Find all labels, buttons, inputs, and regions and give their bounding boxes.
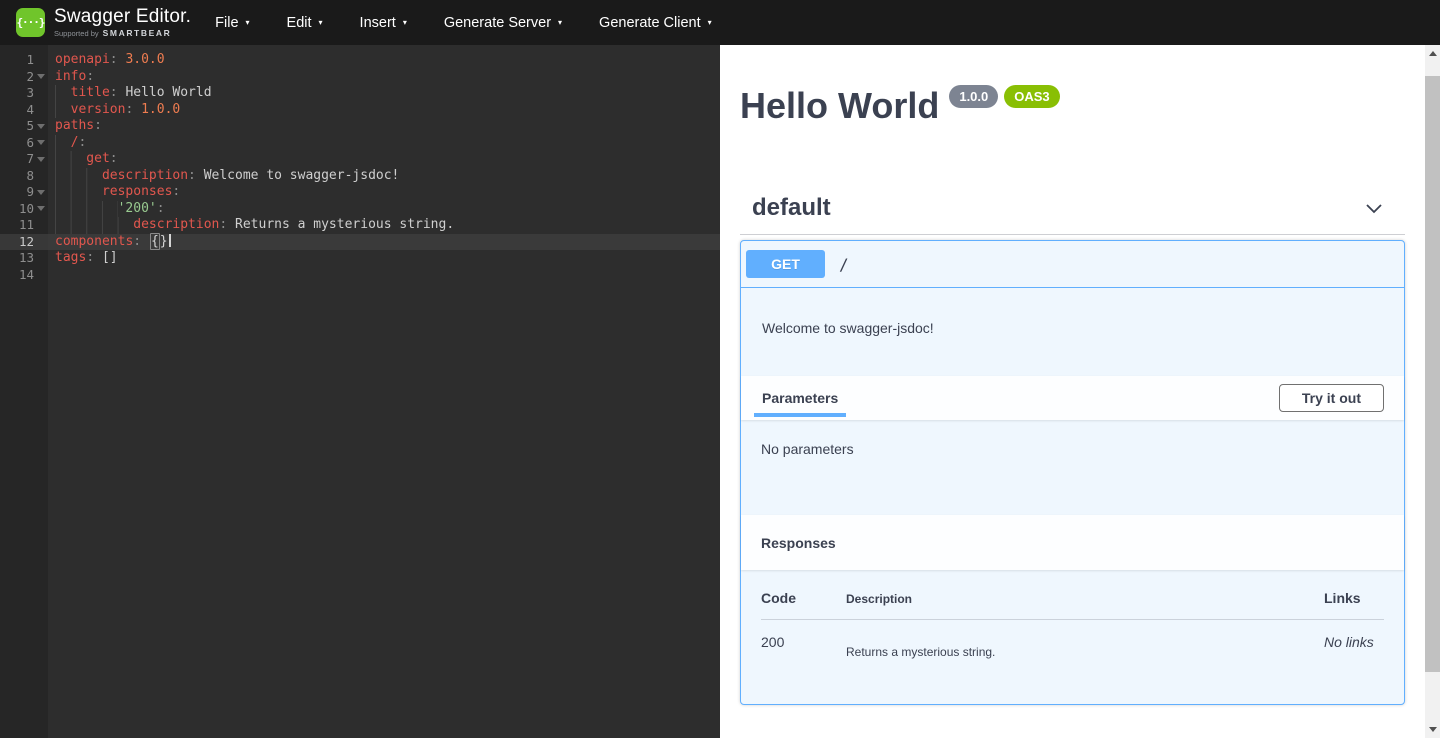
- operation-description: Welcome to swagger-jsdoc!: [741, 288, 1404, 376]
- scroll-down-button[interactable]: [1425, 721, 1440, 738]
- info-section: Hello World1.0.0OAS3: [740, 88, 1405, 124]
- menu-generate-client[interactable]: Generate Client▾: [599, 15, 712, 31]
- line-number-13[interactable]: 13: [0, 250, 48, 267]
- menu-insert[interactable]: Insert▾: [360, 15, 407, 31]
- editor-line-6[interactable]: 6/:: [0, 135, 720, 152]
- no-parameters-message: No parameters: [741, 420, 1404, 515]
- caret-down-icon: ▾: [403, 18, 407, 27]
- parameters-title: Parameters: [762, 390, 838, 406]
- supported-by-smartbear: Supported by SMARTBEAR: [54, 29, 191, 38]
- caret-down-icon: ▾: [708, 18, 712, 27]
- col-header-code: Code: [761, 590, 846, 606]
- tag-section-header[interactable]: default: [740, 194, 1405, 235]
- fold-arrow-icon[interactable]: [37, 140, 45, 145]
- response-row: 200Returns a mysterious string.No links: [761, 620, 1384, 677]
- operation-path: /: [839, 255, 849, 274]
- line-number-12[interactable]: 12: [0, 234, 48, 251]
- fold-arrow-icon[interactable]: [37, 190, 45, 195]
- swagger-editor-logo[interactable]: {···} Swagger Editor. Supported by SMART…: [16, 7, 191, 38]
- caret-down-icon: ▾: [246, 18, 250, 27]
- parameters-header: Parameters Try it out: [741, 376, 1404, 420]
- tab-parameters[interactable]: Parameters: [754, 376, 846, 420]
- response-links: No links: [1324, 634, 1384, 659]
- app-window: {···} Swagger Editor. Supported by SMART…: [0, 0, 1440, 738]
- operation-summary[interactable]: GET /: [741, 241, 1404, 288]
- line-number-5[interactable]: 5: [0, 118, 48, 135]
- split-view: 1openapi: 3.0.02info:3title: Hello World…: [0, 45, 1440, 738]
- line-number-10[interactable]: 10: [0, 201, 48, 218]
- app-title: Swagger Editor.: [54, 7, 191, 26]
- fold-arrow-icon[interactable]: [37, 157, 45, 162]
- api-title: Hello World1.0.0OAS3: [740, 88, 1405, 124]
- try-it-out-button[interactable]: Try it out: [1279, 384, 1384, 412]
- http-method-badge: GET: [746, 250, 825, 278]
- response-code: 200: [761, 634, 846, 659]
- line-number-2[interactable]: 2: [0, 69, 48, 86]
- triangle-down-icon: [1429, 727, 1437, 732]
- responses-table: CodeDescriptionLinks 200Returns a myster…: [741, 570, 1404, 704]
- chevron-down-icon: [1363, 197, 1385, 219]
- line-number-9[interactable]: 9: [0, 184, 48, 201]
- fold-arrow-icon[interactable]: [37, 124, 45, 129]
- line-number-4[interactable]: 4: [0, 102, 48, 119]
- caret-down-icon: ▾: [319, 18, 323, 27]
- response-description: Returns a mysterious string.: [846, 634, 1324, 659]
- editor-line-5[interactable]: 5paths:: [0, 118, 720, 135]
- fold-arrow-icon[interactable]: [37, 206, 45, 211]
- line-number-14[interactable]: 14: [0, 267, 48, 284]
- responses-table-header: CodeDescriptionLinks: [761, 590, 1384, 620]
- col-header-links: Links: [1324, 590, 1384, 606]
- oas3-badge: OAS3: [1004, 85, 1059, 108]
- editor-line-1[interactable]: 1openapi: 3.0.0: [0, 52, 720, 69]
- editor-line-4[interactable]: 4version: 1.0.0: [0, 102, 720, 119]
- tag-name: default: [752, 194, 831, 222]
- editor-line-11[interactable]: 11description: Returns a mysterious stri…: [0, 217, 720, 234]
- api-docs-pane: Hello World1.0.0OAS3 default GET / Welco…: [720, 45, 1440, 738]
- editor-line-14[interactable]: 14: [0, 267, 720, 284]
- triangle-up-icon: [1429, 51, 1437, 56]
- vertical-scrollbar[interactable]: [1425, 45, 1440, 738]
- line-number-6[interactable]: 6: [0, 135, 48, 152]
- line-number-1[interactable]: 1: [0, 52, 48, 69]
- yaml-code-editor[interactable]: 1openapi: 3.0.02info:3title: Hello World…: [0, 45, 720, 738]
- col-header-description: Description: [846, 590, 1324, 606]
- menu-bar: File▾ Edit▾ Insert▾ Generate Server▾ Generat…: [215, 15, 748, 31]
- editor-line-7[interactable]: 7get:: [0, 151, 720, 168]
- line-number-8[interactable]: 8: [0, 168, 48, 185]
- scroll-up-button[interactable]: [1425, 45, 1440, 62]
- swagger-braces-icon: {···}: [16, 8, 45, 37]
- responses-table-body: 200Returns a mysterious string.No links: [761, 620, 1384, 677]
- line-number-3[interactable]: 3: [0, 85, 48, 102]
- version-badge: 1.0.0: [949, 85, 998, 108]
- line-number-7[interactable]: 7: [0, 151, 48, 168]
- scrollbar-thumb[interactable]: [1425, 76, 1440, 672]
- editor-line-13[interactable]: 13tags: []: [0, 250, 720, 267]
- editor-line-9[interactable]: 9responses:: [0, 184, 720, 201]
- topbar: {···} Swagger Editor. Supported by SMART…: [0, 0, 1440, 45]
- editor-line-2[interactable]: 2info:: [0, 69, 720, 86]
- editor-lines: 1openapi: 3.0.02info:3title: Hello World…: [0, 52, 720, 283]
- text-cursor: [169, 234, 171, 247]
- responses-header: Responses: [741, 515, 1404, 570]
- editor-line-8[interactable]: 8description: Welcome to swagger-jsdoc!: [0, 168, 720, 185]
- editor-line-3[interactable]: 3title: Hello World: [0, 85, 720, 102]
- menu-file[interactable]: File▾: [215, 15, 249, 31]
- editor-line-10[interactable]: 10'200':: [0, 201, 720, 218]
- responses-title: Responses: [761, 535, 836, 551]
- api-docs-content: Hello World1.0.0OAS3 default GET / Welco…: [720, 88, 1425, 705]
- opblock-get: GET / Welcome to swagger-jsdoc! Paramete…: [740, 240, 1405, 705]
- menu-generate-server[interactable]: Generate Server▾: [444, 15, 562, 31]
- line-number-11[interactable]: 11: [0, 217, 48, 234]
- editor-line-12[interactable]: 12components: {}: [0, 234, 720, 251]
- menu-edit[interactable]: Edit▾: [287, 15, 323, 31]
- fold-arrow-icon[interactable]: [37, 74, 45, 79]
- active-tab-underline: [754, 413, 846, 417]
- caret-down-icon: ▾: [558, 18, 562, 27]
